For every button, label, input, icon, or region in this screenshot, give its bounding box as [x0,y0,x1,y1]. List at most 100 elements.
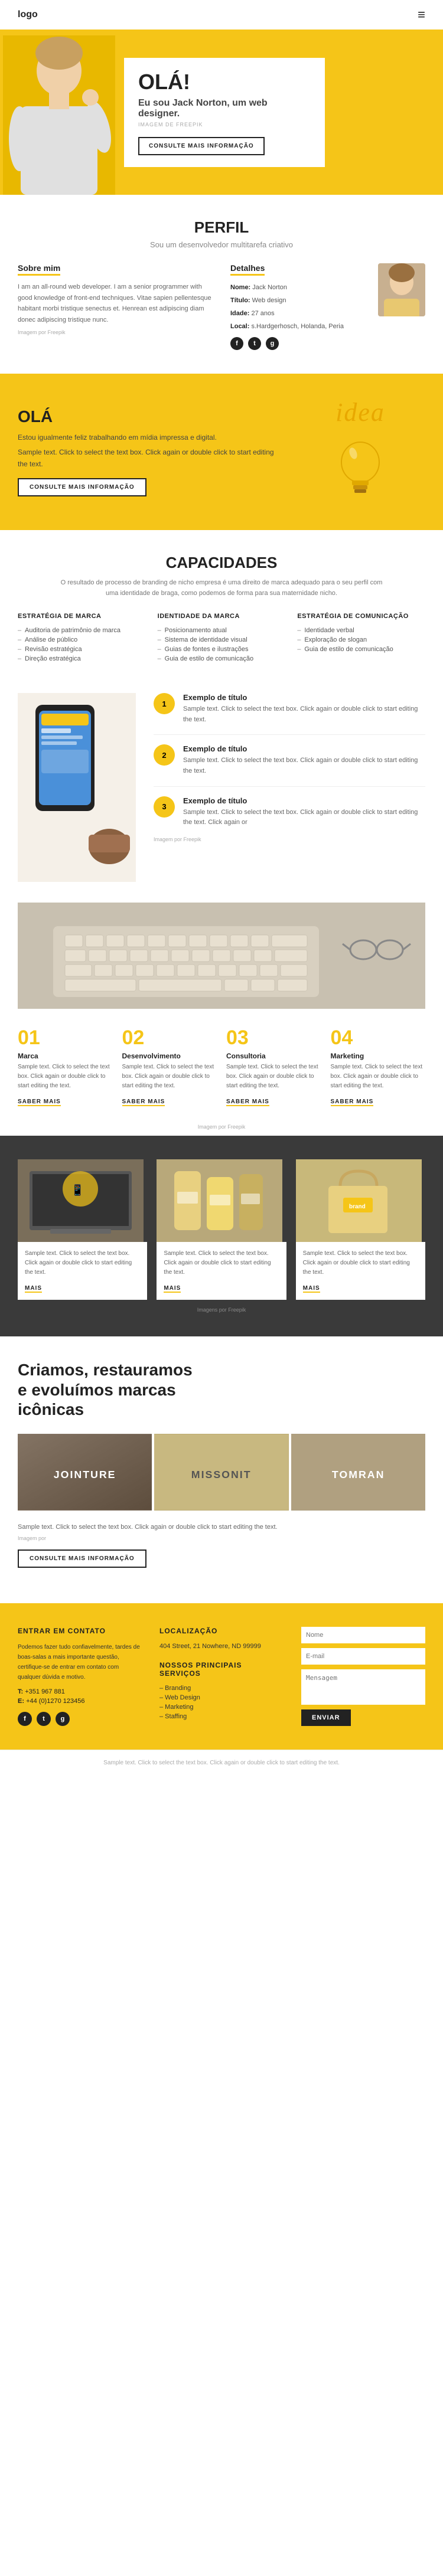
four-cols-section: 01 Marca Sample text. Click to select th… [0,1009,443,1124]
contact-name-input[interactable] [301,1627,425,1643]
phone-image [18,693,136,882]
portfolio-mockup-2 [157,1159,282,1242]
portfolio-card-3: brand Sample text. Click to select the t… [296,1159,425,1300]
portfolio-mockup-3: brand [296,1159,422,1242]
col-text-4: Sample text. Click to select the text bo… [331,1063,426,1091]
contact-form-block: ENVIAR [301,1627,425,1726]
portfolio-link-1[interactable]: MAIS [25,1285,42,1293]
col-title-1: Marca [18,1052,113,1060]
detail-local: Local: s.Hardgerhosch, Holanda, Peria [230,321,344,331]
svg-text:brand: brand [349,1204,366,1210]
exemplo-item-3: 3 Exemplo de título Sample text. Click t… [154,796,425,828]
portfolio-body-1: Sample text. Click to select the text bo… [18,1242,147,1300]
capacidades-title: CAPACIDADES [18,554,425,572]
contact-email-input[interactable] [301,1648,425,1665]
detalhes-title: Detalhes [230,263,265,276]
portfolio-body-3: Sample text. Click to select the text bo… [296,1242,425,1300]
brand-img-1: JOINTURE [18,1434,152,1511]
capacidades-intro: O resultado de processo de branding de n… [56,578,387,599]
col-text-2: Sample text. Click to select the text bo… [122,1063,217,1091]
social-twitter-icon[interactable]: t [248,337,261,350]
portfolio-text-1: Sample text. Click to select the text bo… [25,1249,140,1277]
col-title-2: Desenvolvimento [122,1052,217,1060]
perfil-subtitle: Sou um desenvolvedor multitarefa criativ… [18,240,425,249]
list-item: –Exploração de slogan [297,635,425,645]
exemplo-text-3: Sample text. Click to select the text bo… [183,808,425,828]
list-item: –Posicionamento atual [158,626,286,635]
keyboard-image-area [18,903,425,1009]
detail-local-value: s.Hardgerhosch, Holanda, Peria [251,323,344,330]
marcas-cta-button[interactable]: CONSULTE MAIS INFORMAÇÃO [18,1549,146,1568]
portfolio-img-3: brand [296,1159,425,1242]
social-facebook-icon[interactable]: f [230,337,243,350]
col-link-2[interactable]: SABER MAIS [122,1099,165,1106]
col-num-2: 02 [122,1027,217,1050]
contact-twitter-icon[interactable]: t [37,1712,51,1726]
portfolio-card-2: Sample text. Click to select the text bo… [157,1159,286,1300]
lightbulb-icon [331,436,390,506]
ola-text1: Estou igualmente feliz trabalhando em mí… [18,432,278,443]
portfolio-source: Imagens por Freepik [18,1307,425,1313]
four-cols-source: Imagem por Freepik [0,1124,443,1136]
phone-image-area [18,693,136,885]
portfolio-card-1: 📱 Sample text. Click to select the text … [18,1159,147,1300]
portfolio-text-3: Sample text. Click to select the text bo… [303,1249,418,1277]
cap-col2: IDENTIDADE DA MARCA –Posicionamento atua… [158,613,286,663]
col-item-3: 03 Consultoria Sample text. Click to sel… [226,1027,321,1106]
col-link-4[interactable]: SABER MAIS [331,1099,374,1106]
exemplo-num-1: 1 [154,693,175,714]
contact-submit-button[interactable]: ENVIAR [301,1709,351,1726]
svg-text:📱: 📱 [71,1184,84,1196]
col-num-3: 03 [226,1027,321,1050]
contact-loc-serv-block: LOCALIZAÇÃO 404 Street, 21 Nowhere, ND 9… [159,1627,284,1726]
cap-col2-title: IDENTIDADE DA MARCA [158,613,286,620]
brand-img-3: TOMRAN [291,1434,425,1511]
contact-phone: T: +351 967 881 [18,1688,142,1695]
col-link-3[interactable]: SABER MAIS [226,1099,269,1106]
col-link-1[interactable]: SABER MAIS [18,1099,61,1106]
detail-titulo-label: Título: [230,297,252,304]
detail-anos-value: 27 anos [251,310,274,317]
detail-local-label: Local: [230,323,251,330]
cap-col1-title: ESTRATÉGIA DE MARCA [18,613,146,620]
contact-message-input[interactable] [301,1669,425,1705]
exemplo-item-1: 1 Exemplo de título Sample text. Click t… [154,693,425,735]
logo: logo [18,9,38,20]
detail-anos-label: Idade: [230,310,251,317]
social-instagram-icon[interactable]: g [266,337,279,350]
menu-icon[interactable]: ≡ [418,7,425,22]
cap-col1: ESTRATÉGIA DE MARCA –Auditoria de patrim… [18,613,146,663]
portfolio-link-3[interactable]: MAIS [303,1285,320,1293]
portfolio-link-2[interactable]: MAIS [164,1285,181,1293]
exemplo-item-2: 2 Exemplo de título Sample text. Click t… [154,744,425,786]
ola-right: idea [295,397,425,506]
detail-titulo-value: Web design [252,297,286,304]
portfolio-body-2: Sample text. Click to select the text bo… [157,1242,286,1300]
col-title-3: Consultoria [226,1052,321,1060]
hero-greeting: OLÁ! [138,70,311,94]
col-num-1: 01 [18,1027,113,1050]
detail-titulo: Título: Web design [230,295,344,305]
avatar-image [378,263,425,316]
col-num-4: 04 [331,1027,426,1050]
exemplo-num-3: 3 [154,796,175,818]
hero-cta-button[interactable]: CONSULTE MAIS INFORMAÇÃO [138,137,265,155]
contact-facebook-icon[interactable]: f [18,1712,32,1726]
contact-section: ENTRAR EM CONTATO Podemos fazer tudo con… [0,1603,443,1750]
servico-item-3: – Marketing [159,1702,284,1712]
col-title-4: Marketing [331,1052,426,1060]
ola-cta-button[interactable]: CONSULTE MAIS INFORMAÇÃO [18,478,146,496]
keyboard-image [18,903,425,1009]
sobre-mim-text: I am an all-round web developer. I am a … [18,282,213,326]
col-item-1: 01 Marca Sample text. Click to select th… [18,1027,113,1106]
cap-col3-title: ESTRATÉGIA DE COMUNICAÇÃO [297,613,425,620]
navbar: logo ≡ [0,0,443,30]
exemplo-title-2: Exemplo de título [183,744,425,753]
contact-title: ENTRAR EM CONTATO [18,1627,142,1635]
detail-nome: Nome: Jack Norton [230,282,344,292]
list-item: –Análise de público [18,635,146,645]
hero-content: OLÁ! Eu sou Jack Norton, um web designer… [118,30,443,195]
hero-image-source: IMAGEM DE FREEPIK [138,122,311,128]
contact-instagram-icon[interactable]: g [56,1712,70,1726]
list-item: –Guia de estilo de comunicação [297,645,425,654]
